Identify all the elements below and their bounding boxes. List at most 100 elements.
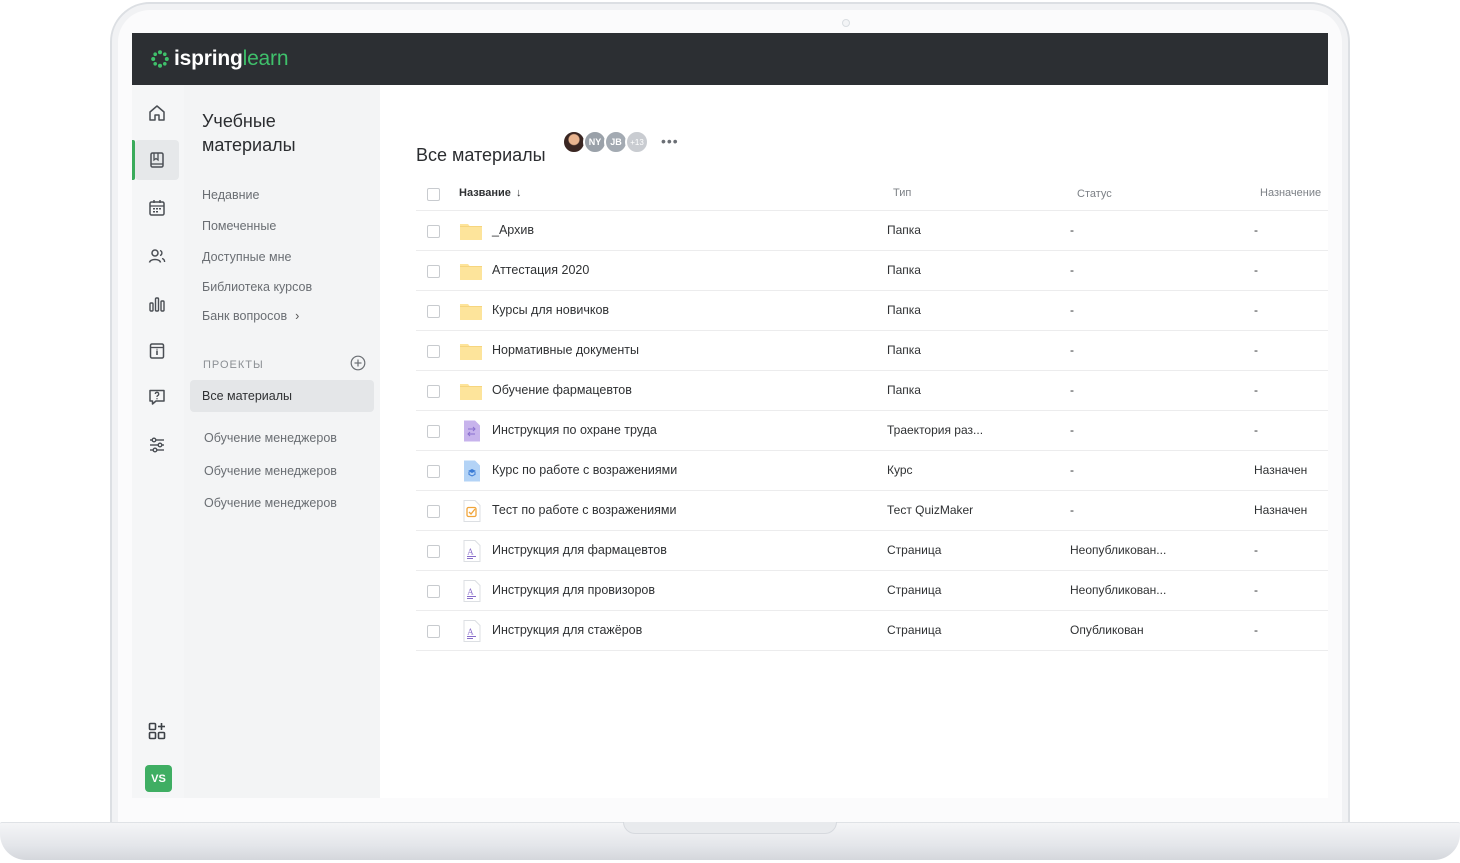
row-name[interactable]: Инструкция для провизоров: [492, 583, 655, 597]
row-checkbox[interactable]: [427, 545, 440, 558]
table-row[interactable]: _Архив Папка - -: [416, 211, 1328, 251]
users-icon: [148, 249, 166, 263]
table-row[interactable]: A Инструкция для провизоров Страница Неопуб…: [416, 571, 1328, 611]
project-all-materials[interactable]: Все материалы: [190, 380, 374, 412]
row-status: -: [1070, 263, 1074, 277]
row-name[interactable]: Курс по работе с возражениями: [492, 463, 677, 477]
row-name[interactable]: Тест по работе с возражениями: [492, 503, 677, 517]
select-all-checkbox[interactable]: [427, 188, 440, 201]
add-project-icon[interactable]: [350, 355, 366, 371]
row-assignment: Назначен: [1254, 503, 1308, 517]
project-item[interactable]: Обучение менеджеров: [204, 464, 337, 478]
table-row[interactable]: Курсы для новичков Папка - -: [416, 291, 1328, 331]
rail-help[interactable]: [135, 377, 179, 417]
table-row[interactable]: Тест по работе с возражениями Тест QuizMa…: [416, 491, 1328, 531]
row-status: -: [1070, 383, 1074, 397]
table-row[interactable]: Аттестация 2020 Папка - -: [416, 251, 1328, 291]
row-checkbox[interactable]: [427, 305, 440, 318]
rail-home[interactable]: [135, 93, 179, 133]
calendar-icon: [149, 200, 165, 216]
nav-available[interactable]: Доступные мне: [202, 250, 291, 264]
info-page-icon: [149, 343, 165, 359]
row-name[interactable]: Обучение фармацевтов: [492, 383, 632, 397]
page-icon: A: [459, 580, 483, 602]
more-options-icon[interactable]: •••: [661, 133, 679, 149]
row-checkbox[interactable]: [427, 585, 440, 598]
nav-course-library[interactable]: Библиотека курсов: [202, 280, 312, 294]
row-name[interactable]: _Архив: [492, 223, 534, 237]
project-item[interactable]: Обучение менеджеров: [204, 496, 337, 510]
section-nav: Учебные материалы Недавние Помеченные До…: [184, 85, 380, 798]
sort-arrow-icon: ↓: [515, 187, 522, 199]
row-status: -: [1070, 303, 1074, 317]
row-assignment: -: [1254, 343, 1258, 357]
avatar-more-count: +13: [625, 130, 649, 154]
folder-icon: [459, 380, 483, 402]
table-row[interactable]: Нормативные документы Папка - -: [416, 331, 1328, 371]
row-name[interactable]: Инструкция по охране труда: [492, 423, 657, 437]
column-status[interactable]: Статус: [1077, 188, 1112, 200]
table-row[interactable]: A Инструкция для фармацевтов Страница Неопу…: [416, 531, 1328, 571]
row-checkbox[interactable]: [427, 265, 440, 278]
row-type: Папка: [887, 383, 921, 397]
top-bar: ispring learn: [132, 33, 1328, 85]
row-checkbox[interactable]: [427, 425, 440, 438]
bar-chart-icon: [149, 297, 165, 312]
project-item[interactable]: Обучение менеджеров: [204, 431, 337, 445]
row-checkbox[interactable]: [427, 385, 440, 398]
column-assignment[interactable]: Назначение: [1260, 187, 1321, 199]
user-avatar[interactable]: VS: [145, 765, 172, 792]
row-status: -: [1070, 343, 1074, 357]
row-assignment: -: [1254, 303, 1258, 317]
rail-settings[interactable]: [135, 425, 179, 465]
row-name[interactable]: Инструкция для стажёров: [492, 623, 642, 637]
row-checkbox[interactable]: [427, 225, 440, 238]
row-name[interactable]: Аттестация 2020: [492, 263, 589, 277]
row-status: Опубликован: [1070, 623, 1144, 637]
row-status: -: [1070, 423, 1074, 437]
row-type: Папка: [887, 303, 921, 317]
rail-calendar[interactable]: [135, 188, 179, 228]
table-row[interactable]: A Инструкция для стажёров Страница Опублико…: [416, 611, 1328, 651]
table-row[interactable]: Инструкция по охране труда Траектория раз…: [416, 411, 1328, 451]
book-icon: [150, 152, 164, 168]
nav-recent[interactable]: Недавние: [202, 188, 259, 202]
table-row[interactable]: Курс по работе с возражениями Курс - Назнач…: [416, 451, 1328, 491]
projects-heading: ПРОЕКТЫ: [203, 359, 264, 371]
table-row[interactable]: Обучение фармацевтов Папка - -: [416, 371, 1328, 411]
row-type: Страница: [887, 623, 942, 637]
nav-question-bank[interactable]: Банк вопросов ›: [202, 309, 299, 323]
row-name[interactable]: Нормативные документы: [492, 343, 639, 357]
page-icon: A: [459, 540, 483, 562]
main-content: Все материалы NY JB +13 ••• Название ↓ Ти…: [380, 85, 1328, 798]
row-name[interactable]: Курсы для новичков: [492, 303, 609, 317]
rail-reports[interactable]: [135, 284, 179, 324]
row-status: -: [1070, 463, 1074, 477]
row-status: -: [1070, 503, 1074, 517]
row-type: Страница: [887, 543, 942, 557]
icon-rail: VS: [132, 85, 184, 798]
nav-question-bank-label: Банк вопросов: [202, 309, 288, 323]
nav-marked[interactable]: Помеченные: [202, 219, 276, 233]
rail-info[interactable]: [135, 331, 179, 371]
chevron-right-icon: ›: [295, 309, 300, 323]
column-type[interactable]: Тип: [893, 187, 911, 199]
row-assignment: Назначен: [1254, 463, 1308, 477]
row-checkbox[interactable]: [427, 505, 440, 518]
row-assignment: -: [1254, 223, 1258, 237]
row-checkbox[interactable]: [427, 625, 440, 638]
brand-logo[interactable]: ispring learn: [150, 46, 289, 72]
row-type: Папка: [887, 223, 921, 237]
row-name[interactable]: Инструкция для фармацевтов: [492, 543, 667, 557]
rail-apps[interactable]: [135, 711, 179, 751]
rail-users[interactable]: [135, 236, 179, 276]
column-name[interactable]: Название ↓: [459, 187, 521, 199]
svg-text:A: A: [467, 588, 474, 597]
rail-materials[interactable]: [135, 140, 179, 180]
row-type: Папка: [887, 263, 921, 277]
course-icon: [459, 460, 483, 482]
row-type: Траектория раз...: [887, 423, 984, 437]
row-checkbox[interactable]: [427, 465, 440, 478]
row-checkbox[interactable]: [427, 345, 440, 358]
section-title: Учебные материалы: [202, 111, 296, 155]
